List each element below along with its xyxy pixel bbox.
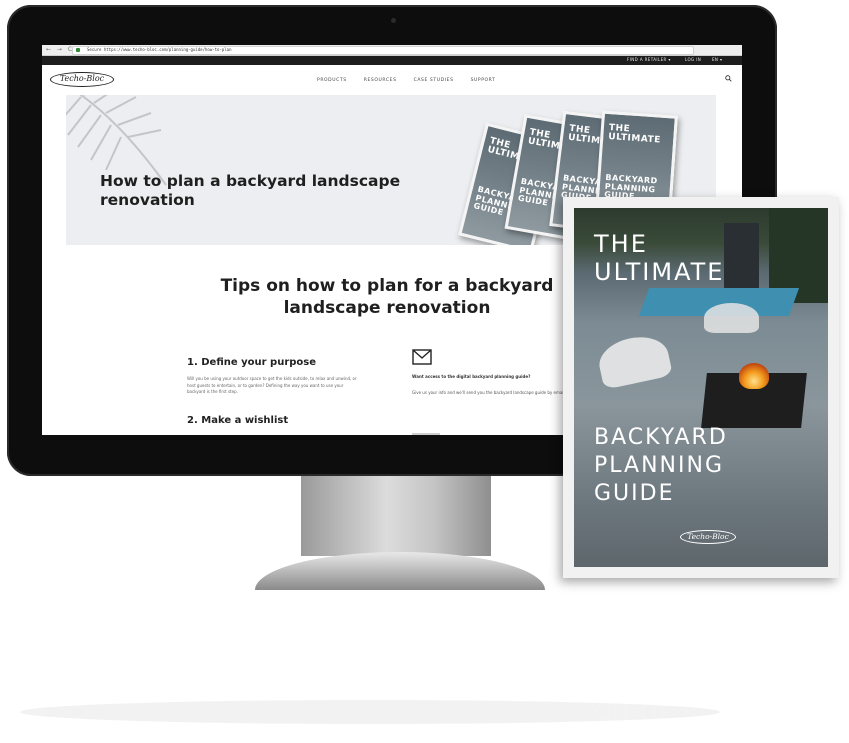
login-link[interactable]: LOG IN — [685, 57, 701, 62]
search-icon[interactable] — [725, 75, 732, 82]
tips-heading: Tips on how to plan for a backyard lands… — [220, 276, 554, 318]
guide-cta-body: Give us your info and we'll send you the… — [412, 390, 567, 395]
main-nav: PRODUCTS RESOURCES CASE STUDIES SUPPORT — [317, 78, 510, 83]
guide-logo: Techo-Bloc — [680, 530, 736, 544]
patio-chair — [595, 331, 673, 390]
language-select[interactable]: EN ▾ — [712, 57, 722, 62]
guide-thumbnail-title: THE ULTIMATE — [607, 123, 662, 146]
guide-subtitle: BACKYARD PLANNING GUIDE — [594, 424, 728, 508]
browser-nav-buttons[interactable]: ← → C — [46, 46, 74, 53]
nav-resources[interactable]: RESOURCES — [364, 78, 397, 83]
nav-case-studies[interactable]: CASE STUDIES — [414, 78, 454, 83]
guide-subtitle-line1: BACKYARD — [594, 425, 728, 450]
monitor-stand-neck — [301, 476, 491, 556]
hero-title: How to plan a backyard landscape renovat… — [100, 172, 401, 209]
envelope-icon — [412, 349, 432, 365]
guide-cover: THE ULTIMATE BACKYARD PLANNING GUIDE Tec… — [563, 197, 839, 578]
email-field[interactable] — [412, 433, 440, 435]
reflection-line: PLANNING — [594, 670, 724, 695]
guide-title-line1: THE — [594, 230, 648, 258]
step-2-heading: 2. Make a wishlist — [187, 415, 289, 426]
site-logo[interactable]: Techo-Bloc — [50, 72, 114, 87]
guide-reflection-text: GUIDE PLANNING BACKYARD — [594, 640, 728, 724]
guide-reflection: GUIDE PLANNING BACKYARD — [563, 580, 839, 743]
lock-icon — [76, 48, 80, 52]
water-wall — [724, 223, 759, 298]
reflection-line: GUIDE — [594, 698, 675, 723]
monitor-stand-base — [255, 552, 545, 590]
reflection-line: BACKYARD — [594, 642, 728, 667]
address-bar[interactable]: Secure https://www.techo-bloc.com/planni… — [72, 46, 694, 55]
guide-cta-question: Want access to the digital backyard plan… — [412, 374, 531, 379]
site-utility-bar: FIND A RETAILER ▾ LOG IN EN ▾ — [42, 56, 742, 65]
camera-dot — [391, 18, 396, 23]
fire-flame — [739, 363, 769, 389]
guide-title: THE ULTIMATE — [594, 230, 724, 286]
patio-chair — [704, 303, 759, 333]
guide-subtitle-line2: PLANNING — [594, 453, 724, 478]
nav-products[interactable]: PRODUCTS — [317, 78, 347, 83]
step-1-body: Will you be using your outdoor space to … — [187, 376, 357, 394]
browser-toolbar: ← → C Secure https://www.techo-bloc.com/… — [42, 45, 742, 62]
find-retailer-link[interactable]: FIND A RETAILER ▾ — [627, 57, 671, 62]
guide-subtitle-line3: GUIDE — [594, 481, 675, 506]
nav-support[interactable]: SUPPORT — [471, 78, 496, 83]
step-1-heading: 1. Define your purpose — [187, 357, 317, 368]
guide-title-line2: ULTIMATE — [594, 258, 725, 286]
site-header: Techo-Bloc PRODUCTS RESOURCES CASE STUDI… — [42, 65, 742, 95]
url-text: Secure https://www.techo-bloc.com/planni… — [87, 47, 232, 52]
